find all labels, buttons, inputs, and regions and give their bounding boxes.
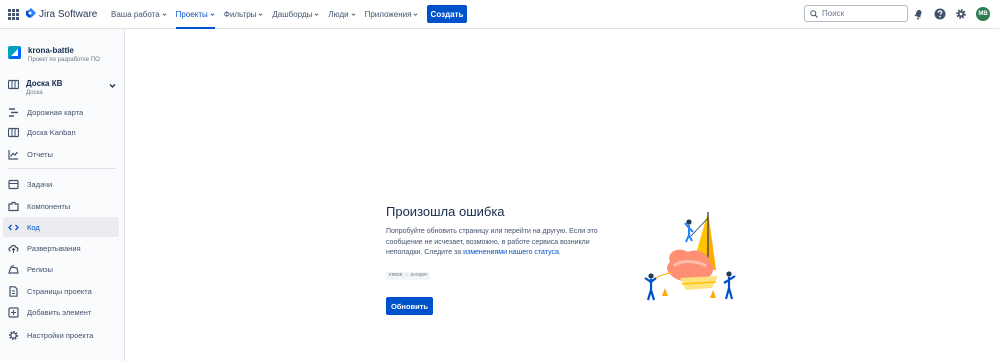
- chevron-down-icon: [258, 13, 263, 16]
- help-icon[interactable]: [934, 8, 946, 20]
- board-type: Доска: [26, 90, 43, 96]
- sidebar-item-releases[interactable]: Релизы: [3, 259, 119, 279]
- jira-logo[interactable]: Jira Software: [26, 8, 97, 20]
- app-name: Jira Software: [39, 8, 98, 20]
- sidebar-item-roadmap[interactable]: Дорожная карта: [3, 102, 119, 122]
- sidebar-item-label: Отчеты: [27, 149, 53, 159]
- project-header[interactable]: krona-battle Проект по разработке ПО: [8, 46, 100, 63]
- search-icon: [810, 9, 818, 18]
- sidebar-item-issues[interactable]: Задачи: [3, 174, 119, 194]
- add-item-icon: [8, 306, 19, 318]
- pages-icon: [9, 285, 18, 297]
- menu-people[interactable]: Люди: [328, 0, 356, 29]
- menu-your-work[interactable]: Ваша работа: [111, 0, 167, 29]
- components-icon: [8, 201, 19, 211]
- settings-icon: [8, 330, 19, 340]
- sidebar-item-label: Добавить элемент: [27, 307, 92, 317]
- sidebar-item-code[interactable]: Код: [3, 217, 119, 237]
- board-icon: [8, 127, 19, 137]
- search-box[interactable]: [804, 5, 908, 22]
- project-avatar: [8, 46, 21, 59]
- roadmap-icon: [9, 107, 18, 117]
- chevron-down-icon: [314, 13, 319, 16]
- top-navigation: Jira Software Ваша работа Проекты Фильтр…: [0, 0, 999, 29]
- user-avatar[interactable]: МВ: [976, 7, 990, 21]
- app-switcher-icon[interactable]: [8, 9, 19, 20]
- menu-filters[interactable]: Фильтры: [224, 0, 264, 29]
- code-icon: [8, 224, 19, 230]
- sidebar-item-label: Страницы проекта: [27, 286, 92, 296]
- search-input[interactable]: [822, 9, 902, 18]
- sidebar-item-components[interactable]: Компоненты: [3, 196, 119, 216]
- issues-icon: [8, 179, 19, 189]
- menu-label: Проекты: [175, 10, 208, 19]
- sidebar-item-deployments[interactable]: Развертывания: [3, 238, 119, 258]
- project-name: krona-battle: [28, 46, 74, 55]
- sidebar-item-settings[interactable]: Настройки проекта: [3, 325, 119, 345]
- menu-dashboards[interactable]: Дашборды: [272, 0, 319, 29]
- board-name: Доска КВ: [26, 79, 63, 88]
- chevron-down-icon: [351, 13, 356, 16]
- sidebar-item-label: Релизы: [27, 264, 53, 274]
- refresh-button[interactable]: Обновить: [386, 297, 433, 315]
- sidebar-item-label: Код: [27, 222, 40, 232]
- error-illustration: [644, 212, 736, 301]
- menu-apps[interactable]: Приложения: [365, 0, 419, 29]
- chevron-down-icon: [109, 84, 116, 88]
- menu-label: Дашборды: [272, 10, 313, 19]
- reports-icon: [8, 149, 18, 160]
- sidebar-item-label: Доска Kanban: [27, 127, 76, 137]
- notifications-icon[interactable]: [913, 8, 925, 20]
- board-icon: [8, 79, 19, 90]
- project-logo-icon: [8, 46, 21, 59]
- project-type: Проект по разработке ПО: [28, 57, 100, 63]
- error-title: Произошла ошибка: [386, 204, 505, 219]
- sidebar-item-label: Развертывания: [27, 243, 81, 253]
- settings-icon[interactable]: [955, 8, 967, 20]
- sidebar-item-pages[interactable]: Страницы проекта: [3, 281, 119, 301]
- main-menu: Ваша работа Проекты Фильтры Дашборды Люд…: [111, 0, 427, 29]
- create-button[interactable]: Создать: [427, 5, 467, 23]
- jira-logo-icon: [26, 8, 36, 18]
- sidebar-item-add-item[interactable]: Добавить элемент: [3, 302, 119, 322]
- deployments-icon: [8, 244, 19, 253]
- sidebar-item-label: Дорожная карта: [27, 107, 84, 117]
- sidebar-item-kanban[interactable]: Доска Kanban: [3, 122, 119, 142]
- chevron-down-icon: [162, 13, 167, 16]
- menu-label: Фильтры: [223, 10, 257, 19]
- error-message: Попробуйте обновить страницу или перейти…: [386, 227, 614, 259]
- menu-label: Люди: [328, 10, 349, 19]
- sidebar-item-reports[interactable]: Отчеты: [3, 144, 119, 164]
- sidebar-item-label: Компоненты: [27, 201, 71, 211]
- chevron-down-icon: [210, 13, 215, 16]
- releases-icon: [8, 264, 19, 274]
- status-link[interactable]: изменениями нашего статуса.: [463, 249, 561, 256]
- sidebar-item-label: Настройки проекта: [27, 330, 94, 340]
- error-code: ERROR : DA5Q0M: [386, 272, 430, 280]
- menu-label: Ваша работа: [111, 10, 160, 19]
- board-switcher[interactable]: Доска КВ Доска: [8, 79, 116, 96]
- menu-label: Приложения: [364, 10, 412, 19]
- chevron-down-icon: [413, 13, 418, 16]
- sidebar-divider: [8, 168, 116, 169]
- menu-projects[interactable]: Проекты: [175, 0, 215, 29]
- sidebar-item-label: Задачи: [27, 179, 53, 189]
- project-sidebar: krona-battle Проект по разработке ПО Дос…: [0, 29, 125, 361]
